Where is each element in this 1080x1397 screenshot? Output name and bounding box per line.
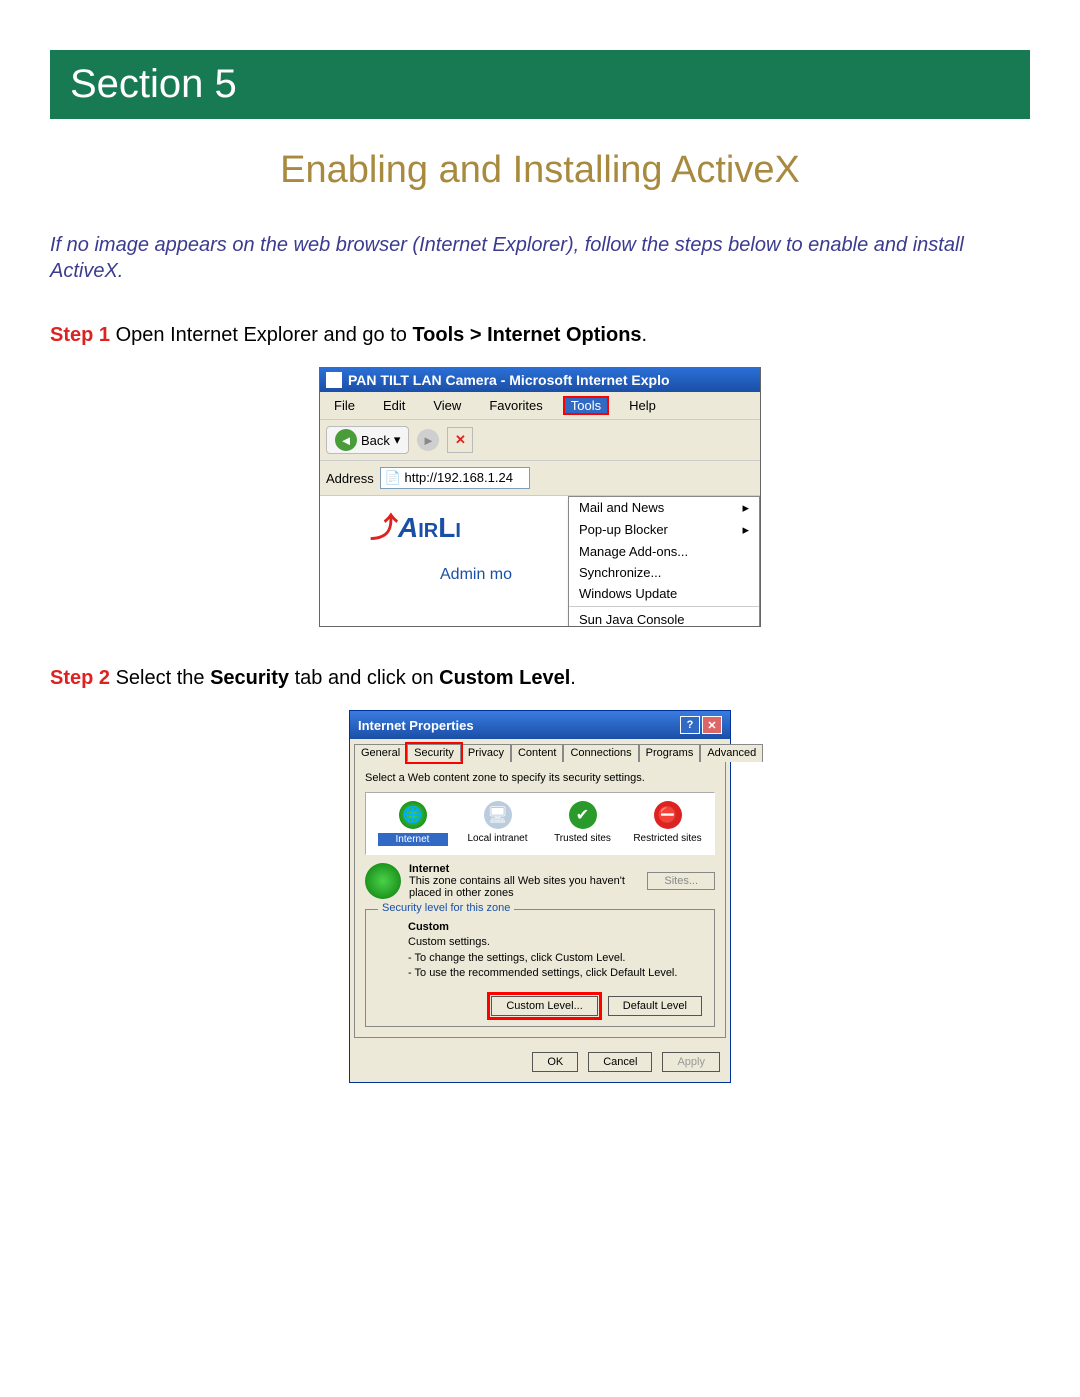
step-2-pre: Select the [110, 667, 210, 689]
admin-text: Admin mo [440, 566, 512, 584]
cancel-button[interactable]: Cancel [588, 1052, 652, 1072]
globe-icon [365, 863, 401, 899]
address-value: http://192.168.1.24 [405, 470, 513, 485]
close-button[interactable]: ✕ [702, 716, 722, 734]
zone-restricted[interactable]: ⛔ Restricted sites [633, 801, 703, 846]
zone-trusted[interactable]: ✔ Trusted sites [548, 801, 618, 846]
address-label: Address [326, 471, 374, 486]
address-bar: Address 📄 http://192.168.1.24 [320, 461, 760, 496]
custom-sub: Custom settings. [408, 935, 702, 950]
zone-internet[interactable]: 🌐 Internet [378, 801, 448, 846]
apply-button: Apply [662, 1052, 720, 1072]
ie-app-icon [326, 372, 342, 388]
ie-content: ⤴AIRLI Admin mo Mail and News▸ Pop-up Bl… [320, 496, 760, 626]
tab-connections[interactable]: Connections [563, 744, 638, 762]
step-2-post: . [570, 667, 576, 689]
step-2-mid: tab and click on [289, 667, 439, 689]
menu-view[interactable]: View [425, 396, 469, 415]
forward-button[interactable]: ► [417, 429, 439, 451]
tools-dropdown: Mail and News▸ Pop-up Blocker▸ Manage Ad… [568, 496, 760, 626]
restrict-icon: ⛔ [654, 801, 682, 829]
submenu-arrow-icon: ▸ [742, 500, 749, 516]
custom-line2: - To use the recommended settings, click… [408, 966, 702, 981]
ie-window: PAN TILT LAN Camera - Microsoft Internet… [319, 367, 761, 627]
step-2-label: Step 2 [50, 667, 110, 689]
zone-internet-label: Internet [378, 833, 448, 846]
zone-local-intranet[interactable]: 🖥 Local intranet [463, 801, 533, 846]
sites-button: Sites... [647, 872, 715, 890]
ie-menubar: File Edit View Favorites Tools Help [320, 392, 760, 420]
ok-button[interactable]: OK [532, 1052, 578, 1072]
zone-local-label: Local intranet [463, 833, 533, 844]
step-1: Step 1 Open Internet Explorer and go to … [50, 324, 1030, 347]
zone-instruction: Select a Web content zone to specify its… [365, 772, 715, 784]
logo-swoosh-icon: ⤴ [370, 512, 398, 543]
tab-advanced[interactable]: Advanced [700, 744, 763, 762]
security-level-fieldset: Security level for this zone Custom Cust… [365, 909, 715, 1027]
zone-desc-title: Internet [409, 863, 639, 875]
section-banner: Section 5 [50, 50, 1030, 119]
dd-separator [569, 606, 759, 607]
zone-description: Internet This zone contains all Web site… [365, 863, 715, 899]
dd-synchronize[interactable]: Synchronize... [569, 562, 759, 583]
ie-toolbar: ◄ Back ▾ ► ✕ [320, 420, 760, 461]
zone-list: 🌐 Internet 🖥 Local intranet ✔ Trusted si… [365, 792, 715, 855]
back-dropdown-icon: ▾ [394, 432, 401, 448]
dd-windows-update[interactable]: Windows Update [569, 583, 759, 604]
step-2-bold1: Security [210, 667, 289, 689]
zone-desc-text: This zone contains all Web sites you hav… [409, 875, 639, 899]
airlink-logo: ⤴AIRLI [370, 506, 461, 546]
custom-title: Custom [408, 920, 702, 935]
default-level-button[interactable]: Default Level [608, 996, 702, 1016]
dd-mail-news[interactable]: Mail and News▸ [569, 497, 759, 519]
check-icon: ✔ [569, 801, 597, 829]
menu-help[interactable]: Help [621, 396, 664, 415]
stop-button[interactable]: ✕ [447, 427, 473, 453]
step-2-bold2: Custom Level [439, 667, 570, 689]
zone-restricted-label: Restricted sites [633, 833, 703, 844]
back-button[interactable]: ◄ Back ▾ [326, 426, 409, 454]
tab-content[interactable]: Content [511, 744, 564, 762]
dd-sun-java[interactable]: Sun Java Console [569, 609, 759, 626]
step-1-bold: Tools > Internet Options [412, 324, 641, 346]
page-title: Enabling and Installing ActiveX [50, 149, 1030, 192]
custom-level-button[interactable]: Custom Level... [491, 996, 597, 1016]
monitor-icon: 🖥 [484, 801, 512, 829]
dd-popup-blocker[interactable]: Pop-up Blocker▸ [569, 519, 759, 541]
custom-line1: - To change the settings, click Custom L… [408, 951, 702, 966]
security-panel: Select a Web content zone to specify its… [354, 761, 726, 1038]
menu-tools[interactable]: Tools [563, 396, 609, 415]
globe-icon: 🌐 [399, 801, 427, 829]
menu-file[interactable]: File [326, 396, 363, 415]
tab-security[interactable]: Security [407, 744, 461, 762]
dialog-titlebar: Internet Properties ? ✕ [350, 711, 730, 739]
internet-properties-dialog: Internet Properties ? ✕ General Security… [349, 710, 731, 1083]
address-input[interactable]: 📄 http://192.168.1.24 [380, 467, 530, 489]
ie-title-text: PAN TILT LAN Camera - Microsoft Internet… [348, 372, 670, 388]
tab-strip: General Security Privacy Content Connect… [350, 739, 730, 761]
fieldset-legend: Security level for this zone [378, 902, 514, 914]
tab-privacy[interactable]: Privacy [461, 744, 511, 762]
dd-addons[interactable]: Manage Add-ons... [569, 541, 759, 562]
zone-trusted-label: Trusted sites [548, 833, 618, 844]
back-arrow-icon: ◄ [335, 429, 357, 451]
step-1-pre: Open Internet Explorer and go to [110, 324, 412, 346]
tab-general[interactable]: General [354, 744, 407, 762]
step-1-label: Step 1 [50, 324, 110, 346]
dialog-title-text: Internet Properties [358, 718, 474, 733]
menu-edit[interactable]: Edit [375, 396, 413, 415]
intro-text: If no image appears on the web browser (… [50, 232, 1030, 284]
step-1-post: . [642, 324, 648, 346]
submenu-arrow-icon: ▸ [742, 522, 749, 538]
page-icon: 📄 [385, 470, 401, 485]
ie-titlebar: PAN TILT LAN Camera - Microsoft Internet… [320, 368, 760, 392]
menu-favorites[interactable]: Favorites [481, 396, 550, 415]
back-label: Back [361, 433, 390, 448]
dialog-footer: OK Cancel Apply [350, 1042, 730, 1082]
help-button[interactable]: ? [680, 716, 700, 734]
step-2: Step 2 Select the Security tab and click… [50, 667, 1030, 690]
tab-programs[interactable]: Programs [639, 744, 701, 762]
